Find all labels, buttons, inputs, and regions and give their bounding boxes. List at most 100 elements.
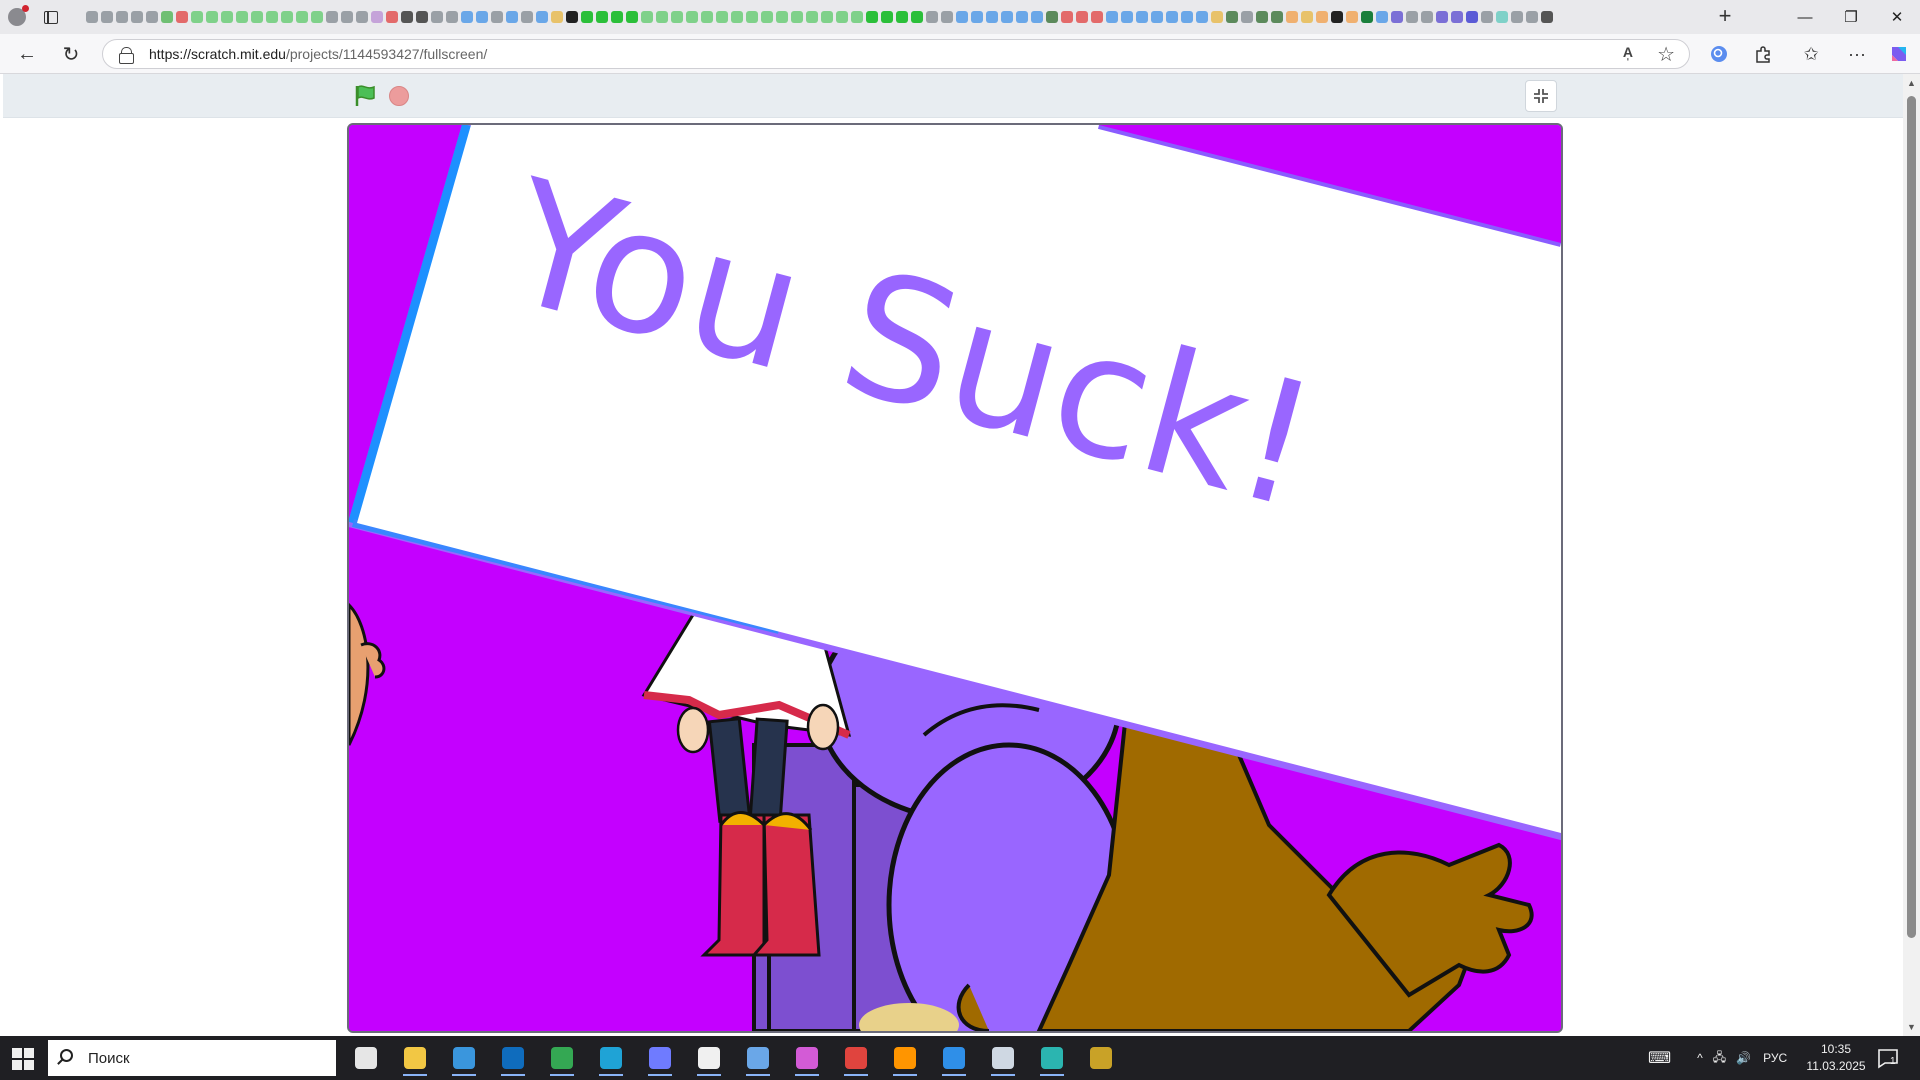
tab-favicon-icon[interactable] — [806, 11, 818, 23]
tab-favicon-icon[interactable] — [926, 11, 938, 23]
tab-favicon-icon[interactable] — [1421, 11, 1433, 23]
tab-favicon-icon[interactable] — [1271, 11, 1283, 23]
tab-favicon-icon[interactable] — [1286, 11, 1298, 23]
tab-favicon-icon[interactable] — [161, 11, 173, 23]
close-window-button[interactable]: ✕ — [1874, 0, 1920, 34]
tab-favicon-icon[interactable] — [1166, 11, 1178, 23]
tab-favicon-icon[interactable] — [296, 11, 308, 23]
tab-favicon-icon[interactable] — [101, 11, 113, 23]
tab-favicon-icon[interactable] — [1046, 11, 1058, 23]
search-lens-icon[interactable] — [1704, 39, 1734, 69]
new-tab-button[interactable]: + — [1712, 4, 1738, 30]
taskbar-file-explorer[interactable] — [395, 1040, 435, 1076]
tab-favicon-icon[interactable] — [971, 11, 983, 23]
tab-favicon-icon[interactable] — [311, 11, 323, 23]
scroll-up-arrow[interactable]: ▲ — [1907, 78, 1916, 88]
tab-favicon-icon[interactable] — [1496, 11, 1508, 23]
input-language[interactable]: РУС — [1763, 1051, 1787, 1065]
taskbar-paint-app[interactable] — [934, 1040, 974, 1076]
taskbar-x-app[interactable] — [1032, 1040, 1072, 1076]
tab-favicon-icon[interactable] — [746, 11, 758, 23]
tab-favicon-icon[interactable] — [491, 11, 503, 23]
tab-favicon-icon[interactable] — [851, 11, 863, 23]
tab-favicon-icon[interactable] — [1151, 11, 1163, 23]
url-field[interactable]: https://scratch.mit.edu/projects/1144593… — [102, 39, 1690, 69]
taskbar-drop-app[interactable] — [787, 1040, 827, 1076]
tab-favicon-icon[interactable] — [131, 11, 143, 23]
tab-favicon-icon[interactable] — [581, 11, 593, 23]
tab-favicon-icon[interactable] — [1361, 11, 1373, 23]
taskbar-outlook[interactable] — [493, 1040, 533, 1076]
tab-favicon-icon[interactable] — [1196, 11, 1208, 23]
tab-favicon-icon[interactable] — [536, 11, 548, 23]
tab-favicon-icon[interactable] — [1211, 11, 1223, 23]
tab-favicon-icon[interactable] — [446, 11, 458, 23]
tab-favicon-icon[interactable] — [1001, 11, 1013, 23]
volume-icon[interactable]: 🔊 — [1736, 1051, 1751, 1065]
minimize-button[interactable]: — — [1782, 0, 1828, 34]
stop-button[interactable] — [389, 86, 409, 106]
tab-favicon-icon[interactable] — [431, 11, 443, 23]
tab-favicon-icon[interactable] — [461, 11, 473, 23]
network-icon[interactable]: 🖧 — [1713, 1048, 1726, 1069]
tab-favicon-icon[interactable] — [1391, 11, 1403, 23]
tab-favicon-icon[interactable] — [596, 11, 608, 23]
tab-favicon-icon[interactable] — [281, 11, 293, 23]
project-stage[interactable]: You Suck! — [347, 123, 1563, 1033]
tab-favicon-icon[interactable] — [1241, 11, 1253, 23]
tab-favicon-icon[interactable] — [731, 11, 743, 23]
tab-favicon-icon[interactable] — [641, 11, 653, 23]
tab-favicon-icon[interactable] — [1466, 11, 1478, 23]
tab-favicon-icon[interactable] — [686, 11, 698, 23]
tab-favicon-icon[interactable] — [356, 11, 368, 23]
keyboard-icon[interactable]: ⌨ — [1648, 1048, 1671, 1068]
taskbar-firefox[interactable] — [885, 1040, 925, 1076]
tab-favicon-icon[interactable] — [821, 11, 833, 23]
tab-favicon-icon[interactable] — [326, 11, 338, 23]
profile-button[interactable] — [0, 0, 34, 34]
tab-favicon-icon[interactable] — [1511, 11, 1523, 23]
tab-favicon-icon[interactable] — [476, 11, 488, 23]
start-button[interactable] — [12, 1048, 34, 1070]
tab-favicon-icon[interactable] — [986, 11, 998, 23]
tab-favicon-icon[interactable] — [1121, 11, 1133, 23]
taskbar-app-f[interactable] — [689, 1040, 729, 1076]
tab-favicon-icon[interactable] — [956, 11, 968, 23]
tab-favicon-icon[interactable] — [221, 11, 233, 23]
tab-favicon-icon[interactable] — [416, 11, 428, 23]
tab-favicon-icon[interactable] — [146, 11, 158, 23]
read-aloud-icon[interactable]: A̩ — [1623, 44, 1633, 60]
favorite-star-icon[interactable]: ☆ — [1657, 42, 1675, 67]
taskbar-record-app[interactable] — [836, 1040, 876, 1076]
taskbar-warrior-app[interactable] — [1081, 1040, 1121, 1076]
scroll-down-arrow[interactable]: ▼ — [1907, 1022, 1916, 1032]
notification-center-button[interactable]: 1 — [1876, 1046, 1900, 1070]
tab-favicon-icon[interactable] — [1331, 11, 1343, 23]
tab-actions-button[interactable] — [34, 0, 68, 34]
tab-strip[interactable] — [86, 6, 1696, 28]
more-menu-icon[interactable]: ··· — [1842, 39, 1872, 69]
back-button[interactable]: ← — [12, 39, 42, 69]
tab-favicon-icon[interactable] — [611, 11, 623, 23]
tab-favicon-icon[interactable] — [761, 11, 773, 23]
tab-favicon-icon[interactable] — [656, 11, 668, 23]
tab-favicon-icon[interactable] — [716, 11, 728, 23]
tab-favicon-icon[interactable] — [401, 11, 413, 23]
tab-favicon-icon[interactable] — [941, 11, 953, 23]
taskbar-app-a[interactable] — [640, 1040, 680, 1076]
taskbar-viewer-app[interactable] — [983, 1040, 1023, 1076]
tab-favicon-icon[interactable] — [1031, 11, 1043, 23]
tab-favicon-icon[interactable] — [1481, 11, 1493, 23]
tab-favicon-icon[interactable] — [521, 11, 533, 23]
tab-favicon-icon[interactable] — [911, 11, 923, 23]
tab-favicon-icon[interactable] — [1016, 11, 1028, 23]
taskbar-edge[interactable] — [591, 1040, 631, 1076]
tab-favicon-icon[interactable] — [1526, 11, 1538, 23]
reload-button[interactable]: ↻ — [56, 39, 86, 69]
tab-favicon-icon[interactable] — [791, 11, 803, 23]
tab-favicon-icon[interactable] — [371, 11, 383, 23]
tab-favicon-icon[interactable] — [1256, 11, 1268, 23]
clock[interactable]: 10:35 11.03.2025 — [1794, 1041, 1878, 1075]
taskbar-search-box[interactable]: Поиск — [48, 1040, 336, 1076]
tab-favicon-icon[interactable] — [1316, 11, 1328, 23]
